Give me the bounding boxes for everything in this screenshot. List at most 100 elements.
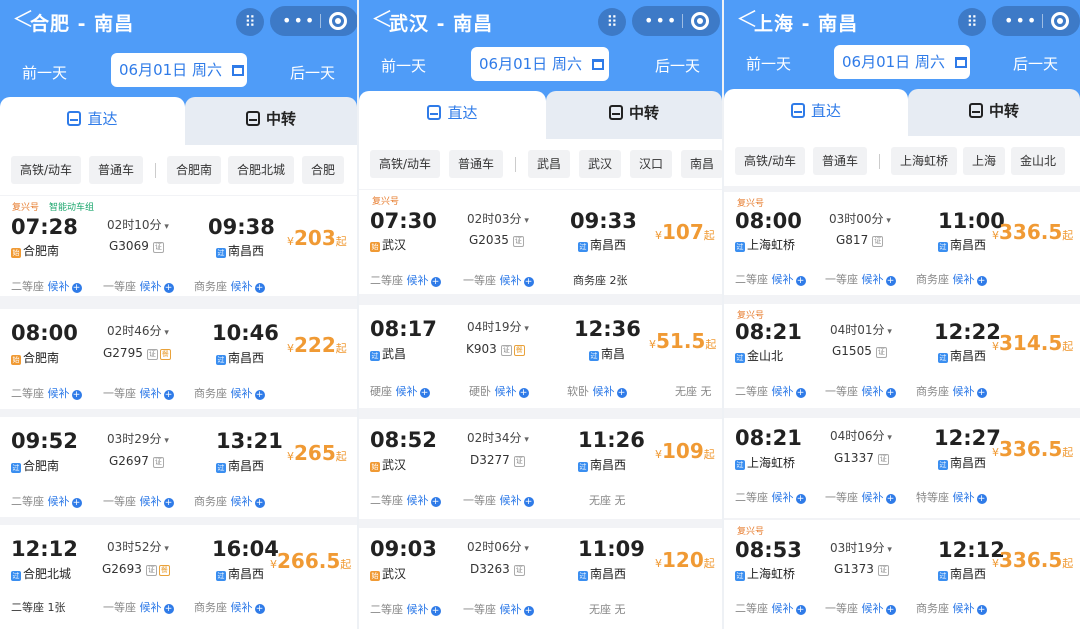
train-card[interactable]: 08:00 始合肥南 02时46分 G2795证餐 10:46 过南昌西 ¥22… xyxy=(0,309,357,409)
waitlist-plus-icon[interactable]: + xyxy=(71,283,82,293)
close-program-icon[interactable] xyxy=(1051,12,1069,30)
tab-direct[interactable]: 直达 xyxy=(724,89,908,137)
seat-info[interactable]: 一等座 候补 + xyxy=(103,278,174,294)
waitlist-plus-icon[interactable]: + xyxy=(254,604,265,614)
tab-transfer[interactable]: 中转 xyxy=(908,89,1080,137)
seat-info[interactable]: 一等座 候补 + xyxy=(825,489,896,505)
waitlist-plus-icon[interactable]: + xyxy=(163,283,174,293)
filter-chip[interactable]: 合肥南 xyxy=(167,156,222,184)
waitlist-plus-icon[interactable]: + xyxy=(518,388,529,398)
prev-day-button[interactable]: 前一天 xyxy=(746,53,791,74)
filter-chip[interactable]: 高铁/动车 xyxy=(370,150,441,178)
prev-day-button[interactable]: 前一天 xyxy=(381,55,426,76)
train-card[interactable]: 09:52 过合肥南 03时29分 G2697证 13:21 过南昌西 ¥265… xyxy=(0,417,357,517)
waitlist-plus-icon[interactable]: + xyxy=(976,276,987,286)
waitlist-plus-icon[interactable]: + xyxy=(885,605,896,615)
waitlist-plus-icon[interactable]: + xyxy=(795,494,806,504)
waitlist-plus-icon[interactable]: + xyxy=(163,498,174,508)
seat-info[interactable]: 一等座 候补 + xyxy=(463,492,534,508)
seat-info[interactable]: 无座 无 xyxy=(589,492,626,508)
train-card[interactable]: 08:21 过上海虹桥 04时06分 G1337证 12:27 过南昌西 ¥33… xyxy=(724,418,1080,518)
next-day-button[interactable]: 后一天 xyxy=(290,62,335,83)
filter-chip[interactable]: 武汉 xyxy=(579,150,622,178)
waitlist-plus-icon[interactable]: + xyxy=(976,605,987,615)
filter-chip[interactable]: 汉口 xyxy=(630,150,673,178)
waitlist-plus-icon[interactable]: + xyxy=(885,494,896,504)
filter-chip[interactable]: 上海 xyxy=(963,147,1006,175)
filter-chip[interactable]: 普通车 xyxy=(813,147,868,175)
train-card[interactable]: 09:03 始武汉 02时06分 D3263证 11:09 过南昌西 ¥120起… xyxy=(359,528,722,629)
seat-info[interactable]: 商务座 2张 xyxy=(573,272,628,288)
train-card[interactable]: 复兴号 08:00 过上海虹桥 03时00分 G817证 11:00 过南昌西 … xyxy=(724,192,1080,295)
train-card[interactable]: 08:52 始武汉 02时34分 D3277证 11:26 过南昌西 ¥109起… xyxy=(359,419,722,519)
seat-info[interactable]: 一等座 候补 + xyxy=(463,601,534,617)
prev-day-button[interactable]: 前一天 xyxy=(22,62,67,83)
tab-transfer[interactable]: 中转 xyxy=(546,91,722,139)
more-menu-icon[interactable]: ••• xyxy=(644,11,678,30)
waitlist-plus-icon[interactable]: + xyxy=(254,390,265,400)
seat-info[interactable]: 商务座 候补 + xyxy=(916,383,987,399)
seat-info[interactable]: 商务座 候补 + xyxy=(194,493,265,509)
qr-code-icon[interactable]: ⠿ xyxy=(958,8,986,36)
seat-info[interactable]: 商务座 候补 + xyxy=(916,600,987,616)
filter-chip[interactable]: 合肥北城 xyxy=(228,156,295,184)
seat-info[interactable]: 一等座 候补 + xyxy=(103,385,174,401)
seat-info[interactable]: 一等座 候补 + xyxy=(825,383,896,399)
seat-info[interactable]: 无座 无 xyxy=(589,601,626,617)
waitlist-plus-icon[interactable]: + xyxy=(163,604,174,614)
train-card[interactable]: 复兴号 08:21 过金山北 04时01分 G1505证 12:22 过南昌西 … xyxy=(724,304,1080,408)
seat-info[interactable]: 特等座 候补 + xyxy=(916,489,987,505)
seat-info[interactable]: 二等座 候补 + xyxy=(370,601,441,617)
seat-info[interactable]: 二等座 候补 + xyxy=(735,271,806,287)
seat-info[interactable]: 二等座 候补 + xyxy=(735,489,806,505)
filter-chip[interactable]: 高铁/动车 xyxy=(11,156,82,184)
seat-info[interactable]: 无座 无 xyxy=(675,383,712,399)
waitlist-plus-icon[interactable]: + xyxy=(885,388,896,398)
tab-direct[interactable]: 直达 xyxy=(0,97,185,145)
waitlist-plus-icon[interactable]: + xyxy=(795,605,806,615)
waitlist-plus-icon[interactable]: + xyxy=(419,388,430,398)
seat-info[interactable]: 二等座 候补 + xyxy=(735,600,806,616)
more-menu-icon[interactable]: ••• xyxy=(1004,11,1038,30)
seat-info[interactable]: 一等座 候补 + xyxy=(463,272,534,288)
train-card[interactable]: 复兴号 08:53 过上海虹桥 03时19分 G1373证 12:12 过南昌西… xyxy=(724,520,1080,629)
waitlist-plus-icon[interactable]: + xyxy=(430,606,441,616)
waitlist-plus-icon[interactable]: + xyxy=(71,498,82,508)
seat-info[interactable]: 一等座 候补 + xyxy=(825,600,896,616)
seat-info[interactable]: 二等座 候补 + xyxy=(11,385,82,401)
waitlist-plus-icon[interactable]: + xyxy=(976,494,987,504)
seat-info[interactable]: 二等座 候补 + xyxy=(370,272,441,288)
waitlist-plus-icon[interactable]: + xyxy=(523,497,534,507)
seat-info[interactable]: 商务座 候补 + xyxy=(194,599,265,615)
waitlist-plus-icon[interactable]: + xyxy=(523,277,534,287)
more-menu-icon[interactable]: ••• xyxy=(282,11,316,30)
filter-chip[interactable]: 上海虹桥 xyxy=(891,147,958,175)
filter-chip[interactable]: 普通车 xyxy=(89,156,144,184)
date-selector[interactable]: 06月01日 周六 xyxy=(111,53,247,87)
seat-info[interactable]: 二等座 候补 + xyxy=(11,278,82,294)
waitlist-plus-icon[interactable]: + xyxy=(254,283,265,293)
qr-code-icon[interactable]: ⠿ xyxy=(598,8,626,36)
close-program-icon[interactable] xyxy=(691,12,709,30)
waitlist-plus-icon[interactable]: + xyxy=(430,497,441,507)
seat-info[interactable]: 一等座 候补 + xyxy=(103,493,174,509)
filter-chip[interactable]: 金山北 xyxy=(1011,147,1066,175)
waitlist-plus-icon[interactable]: + xyxy=(795,276,806,286)
next-day-button[interactable]: 后一天 xyxy=(655,55,700,76)
seat-info[interactable]: 二等座 候补 + xyxy=(370,492,441,508)
seat-info[interactable]: 一等座 候补 + xyxy=(825,271,896,287)
qr-code-icon[interactable]: ⠿ xyxy=(236,8,264,36)
waitlist-plus-icon[interactable]: + xyxy=(616,388,627,398)
filter-chip[interactable]: 高铁/动车 xyxy=(735,147,806,175)
filter-chip[interactable]: 武昌 xyxy=(528,150,571,178)
next-day-button[interactable]: 后一天 xyxy=(1013,53,1058,74)
waitlist-plus-icon[interactable]: + xyxy=(885,276,896,286)
date-selector[interactable]: 06月01日 周六 xyxy=(834,45,970,79)
waitlist-plus-icon[interactable]: + xyxy=(163,390,174,400)
seat-info[interactable]: 硬卧 候补 + xyxy=(469,383,529,399)
seat-info[interactable]: 二等座 候补 + xyxy=(735,383,806,399)
filter-chip[interactable]: 南昌 xyxy=(681,150,722,178)
seat-info[interactable]: 软卧 候补 + xyxy=(567,383,627,399)
seat-info[interactable]: 商务座 候补 + xyxy=(194,385,265,401)
waitlist-plus-icon[interactable]: + xyxy=(430,277,441,287)
